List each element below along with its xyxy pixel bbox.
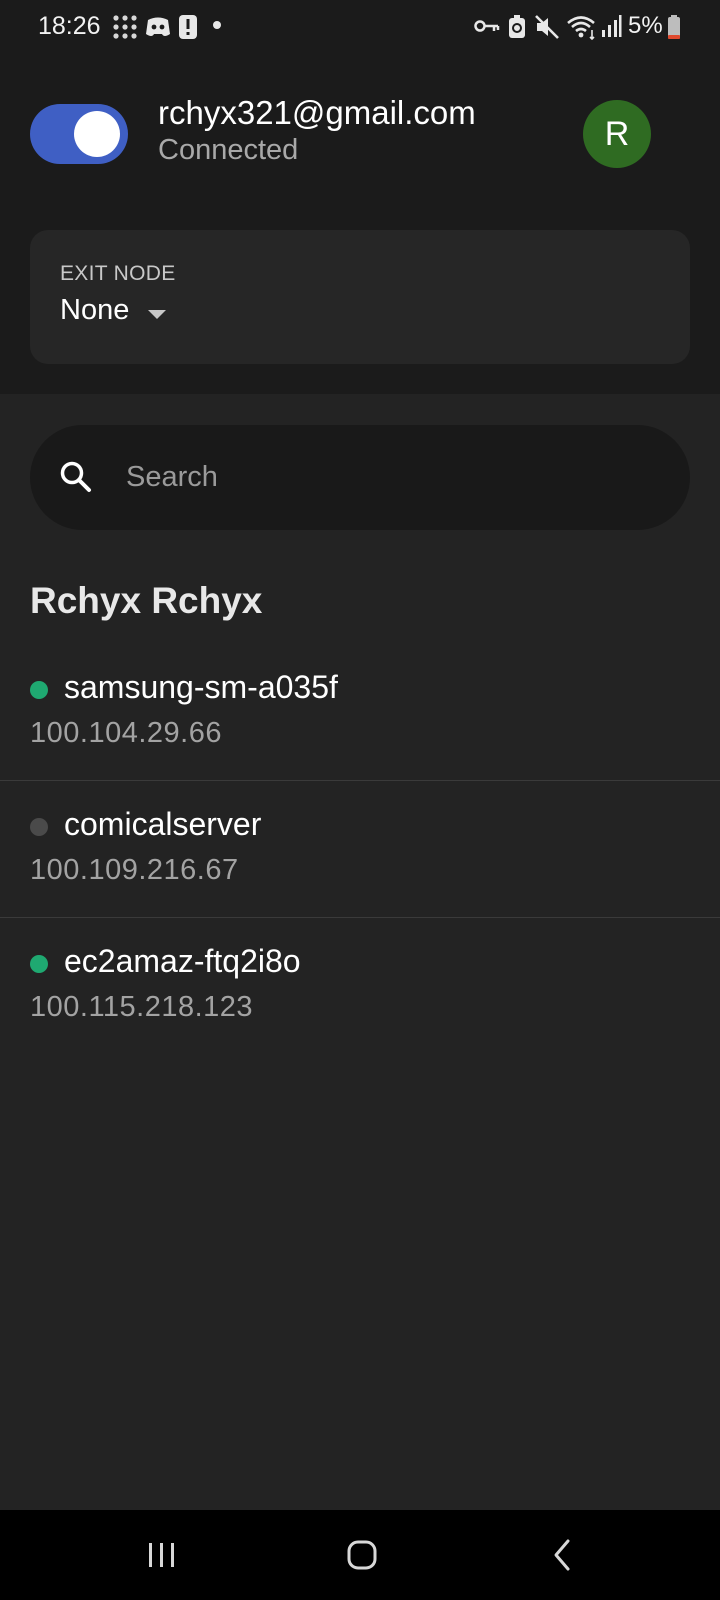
- search-bar[interactable]: [30, 425, 690, 530]
- offline-status-icon: [30, 818, 48, 836]
- online-status-icon: [30, 681, 48, 699]
- connection-status: Connected: [158, 134, 299, 166]
- navigation-bar: [0, 1510, 720, 1600]
- back-icon[interactable]: [534, 1530, 594, 1580]
- device-ip: 100.109.216.67: [30, 854, 239, 886]
- toggle-knob: [74, 111, 120, 157]
- battery-percent: 5%: [628, 12, 663, 39]
- sync-icon: [509, 15, 525, 38]
- device-name: samsung-sm-a035f: [64, 669, 338, 705]
- signal-icon: [602, 15, 622, 37]
- device-ip: 100.115.218.123: [30, 991, 254, 1023]
- battery-icon: [668, 15, 680, 39]
- vpn-key-icon: [474, 20, 500, 32]
- owner-heading: Rchyx Rchyx: [30, 580, 263, 621]
- dropdown-arrow-icon: [148, 310, 166, 319]
- exit-node-label: EXIT NODE: [60, 262, 176, 285]
- exit-node-selector[interactable]: EXIT NODE None: [30, 230, 690, 364]
- search-icon: [60, 461, 91, 492]
- recents-icon[interactable]: [132, 1530, 192, 1580]
- vpn-toggle[interactable]: [30, 104, 128, 164]
- mute-icon: [535, 15, 559, 39]
- header-panel: 18:26 5% rchyx321@gmail.com Connected R …: [0, 0, 720, 394]
- exit-node-value: None: [60, 294, 130, 326]
- discord-icon: [146, 17, 170, 36]
- divider: [0, 917, 720, 918]
- device-name: ec2amaz-ftq2i8o: [64, 943, 301, 979]
- status-bar: 18:26 5%: [0, 0, 720, 56]
- grid-dots-icon: [113, 15, 137, 39]
- device-item[interactable]: comicalserver 100.109.216.67: [0, 782, 720, 919]
- online-status-icon: [30, 955, 48, 973]
- device-ip: 100.104.29.66: [30, 717, 222, 749]
- device-name: comicalserver: [64, 806, 262, 842]
- alert-icon: [179, 15, 197, 39]
- divider: [0, 780, 720, 781]
- dot-icon: [213, 21, 221, 29]
- device-item[interactable]: ec2amaz-ftq2i8o 100.115.218.123: [0, 919, 720, 1056]
- status-time: 18:26: [38, 12, 101, 40]
- wifi-icon: [567, 16, 595, 40]
- home-icon[interactable]: [332, 1530, 392, 1580]
- account-email: rchyx321@gmail.com: [158, 94, 476, 131]
- search-input[interactable]: [126, 455, 646, 499]
- device-item[interactable]: samsung-sm-a035f 100.104.29.66: [0, 645, 720, 782]
- avatar[interactable]: R: [583, 100, 651, 168]
